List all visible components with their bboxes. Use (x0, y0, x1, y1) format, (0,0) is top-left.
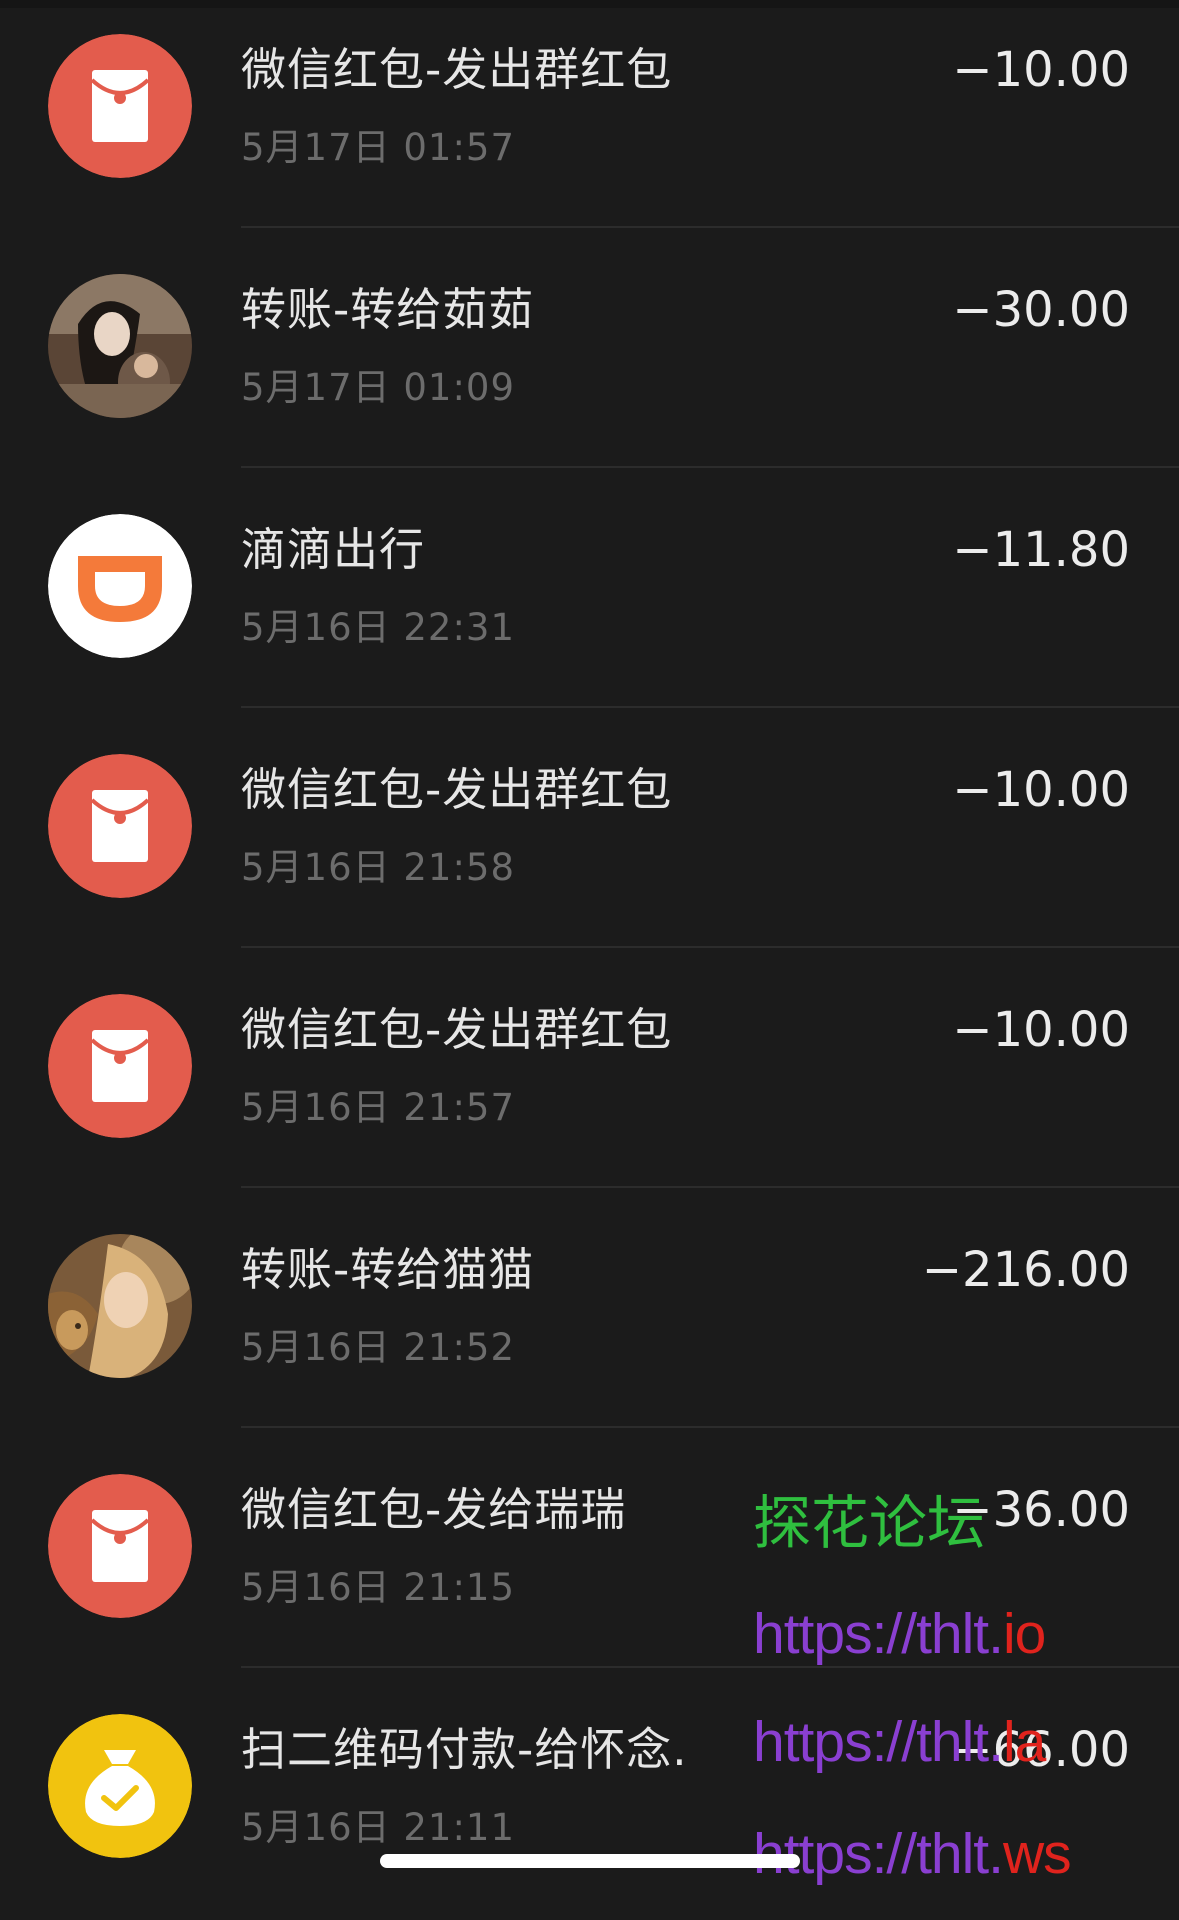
transaction-time: 5月17日 01:57 (241, 126, 516, 169)
watermark-link-suffix: io (1002, 1602, 1046, 1666)
contact-avatar (48, 274, 192, 418)
transaction-title: 转账-转给猫猫 (241, 1243, 535, 1296)
transaction-row[interactable]: 微信红包-发出群红包 5月16日 21:57 −10.00 (0, 960, 1179, 1200)
transaction-time: 5月16日 21:57 (241, 1086, 516, 1129)
watermark-link-suffix: ws (1002, 1822, 1072, 1886)
contact-avatar (48, 1234, 192, 1378)
transaction-row[interactable]: 微信红包-发出群红包 5月16日 21:58 −10.00 (0, 720, 1179, 960)
transaction-time: 5月16日 21:52 (241, 1326, 516, 1369)
row-divider (241, 1186, 1179, 1188)
red-packet-icon (48, 994, 192, 1138)
row-divider (241, 706, 1179, 708)
watermark-link-prefix: https://thlt. (753, 1602, 1004, 1666)
row-divider (241, 946, 1179, 948)
transaction-amount: −10.00 (952, 762, 1130, 818)
transaction-title: 微信红包-发出群红包 (241, 763, 673, 816)
transaction-title: 转账-转给茹茹 (241, 283, 535, 336)
transaction-amount: −10.00 (952, 42, 1130, 98)
transaction-amount: −216.00 (921, 1242, 1130, 1298)
transaction-amount: −10.00 (952, 1002, 1130, 1058)
watermark-link-prefix: https://thlt. (753, 1710, 1004, 1774)
transaction-amount: −11.80 (952, 522, 1130, 578)
home-indicator[interactable] (380, 1854, 800, 1868)
red-packet-icon (48, 754, 192, 898)
didi-icon (48, 514, 192, 658)
row-divider (241, 466, 1179, 468)
transaction-row[interactable]: 转账-转给猫猫 5月16日 21:52 −216.00 (0, 1200, 1179, 1440)
watermark-link-suffix: la (1002, 1710, 1046, 1774)
transaction-title: 微信红包-发出群红包 (241, 1003, 673, 1056)
money-bag-icon (48, 1714, 192, 1858)
transaction-row[interactable]: 微信红包-发出群红包 5月17日 01:57 −10.00 (0, 0, 1179, 240)
watermark-forum-name: 探花论坛 (753, 1489, 986, 1557)
transaction-title: 扫二维码付款-给怀念. (241, 1723, 688, 1776)
transaction-amount: −30.00 (952, 282, 1130, 338)
transaction-title: 滴滴出行 (241, 523, 426, 576)
transaction-title: 微信红包-发出群红包 (241, 43, 673, 96)
transaction-time: 5月16日 21:11 (241, 1806, 516, 1849)
watermark-link: https://thlt.io (753, 1600, 1046, 1668)
watermark-link: https://thlt.la (753, 1708, 1046, 1776)
transaction-time: 5月17日 01:09 (241, 366, 516, 409)
red-packet-icon (48, 34, 192, 178)
watermark-link: https://thlt.ws (753, 1820, 1072, 1888)
transaction-time: 5月16日 21:58 (241, 846, 516, 889)
transaction-row[interactable]: 滴滴出行 5月16日 22:31 −11.80 (0, 480, 1179, 720)
row-divider (241, 1426, 1179, 1428)
transaction-row[interactable]: 转账-转给茹茹 5月17日 01:09 −30.00 (0, 240, 1179, 480)
row-divider (241, 226, 1179, 228)
red-packet-icon (48, 1474, 192, 1618)
transaction-time: 5月16日 22:31 (241, 606, 516, 649)
transaction-title: 微信红包-发给瑞瑞 (241, 1483, 627, 1536)
transaction-time: 5月16日 21:15 (241, 1566, 516, 1609)
